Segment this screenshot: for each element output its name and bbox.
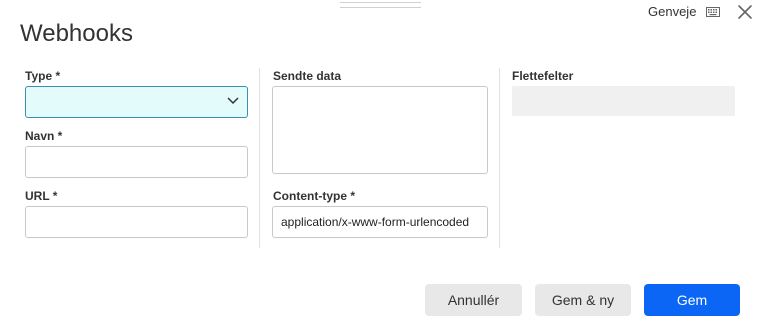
merge-fields-box[interactable] xyxy=(512,86,735,116)
save-and-new-button[interactable]: Gem & ny xyxy=(535,284,631,316)
name-input[interactable] xyxy=(26,147,247,177)
cancel-button[interactable]: Annullér xyxy=(425,284,522,316)
shortcuts-link[interactable]: Genveje xyxy=(648,4,721,19)
sent-data-label: Sendte data xyxy=(273,69,342,83)
content-type-label: Content-type * xyxy=(273,189,355,203)
column-divider xyxy=(259,68,260,248)
name-label: Navn * xyxy=(25,129,63,143)
close-button[interactable] xyxy=(735,2,755,22)
url-field-wrapper xyxy=(25,206,248,238)
sent-data-textarea[interactable] xyxy=(272,86,488,174)
name-field-wrapper xyxy=(25,146,248,178)
save-button[interactable]: Gem xyxy=(644,284,740,316)
content-type-field-wrapper xyxy=(272,206,488,238)
content-type-input[interactable] xyxy=(273,207,487,237)
close-icon xyxy=(738,5,752,19)
type-label: Type * xyxy=(25,69,61,83)
chevron-down-icon xyxy=(227,97,239,105)
type-select[interactable] xyxy=(25,86,248,118)
keyboard-icon xyxy=(706,6,721,17)
drag-handle[interactable] xyxy=(340,0,421,9)
column-divider xyxy=(499,68,500,248)
merge-fields-label: Flettefelter xyxy=(512,69,574,83)
shortcuts-label: Genveje xyxy=(648,4,697,19)
url-input[interactable] xyxy=(26,207,247,237)
dialog-title: Webhooks xyxy=(20,20,133,47)
url-label: URL * xyxy=(25,189,58,203)
